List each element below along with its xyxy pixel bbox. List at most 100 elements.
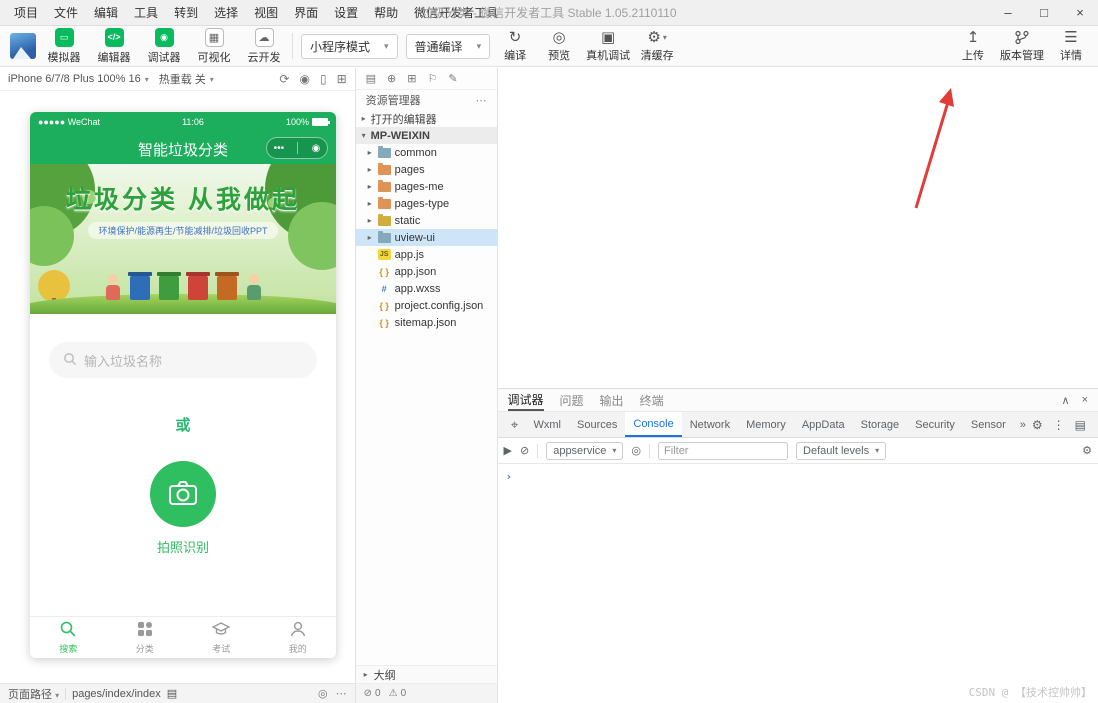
debugger-button[interactable]: ◉ 调试器 (144, 27, 184, 65)
devtools-tab-wxml[interactable]: Wxml (526, 412, 570, 437)
inspect-element-icon[interactable]: ⌖ (504, 417, 526, 433)
tab-category[interactable]: 分类 (107, 617, 184, 658)
device-frame-icon[interactable]: ▯ (320, 72, 327, 86)
menu-view[interactable]: 视图 (246, 4, 286, 21)
simulator-button[interactable]: ▭ 模拟器 (44, 27, 84, 65)
edit-icon[interactable]: ✎ (448, 72, 457, 85)
tab-search[interactable]: 搜索 (30, 617, 107, 658)
cloud-dev-button[interactable]: ☁ 云开发 (244, 27, 284, 65)
compile-button[interactable]: ↻ 编译 (498, 29, 532, 63)
camera-button[interactable] (150, 461, 216, 527)
layout-icon[interactable]: ⊞ (337, 72, 347, 86)
menu-interface[interactable]: 界面 (286, 4, 326, 21)
visualization-button[interactable]: ▦ 可视化 (194, 27, 234, 65)
open-editors-section[interactable]: ▸ 打开的编辑器 (356, 110, 497, 127)
add-icon[interactable]: ⊕ (387, 72, 396, 85)
compile-mode-select[interactable]: 普通编译 ▾ (405, 33, 491, 59)
tree-item-pages-me[interactable]: ▸ pages-me (356, 178, 497, 195)
grid-icon[interactable]: ⊞ (407, 72, 416, 85)
menu-settings[interactable]: 设置 (326, 4, 366, 21)
devtools-tab-sensor[interactable]: Sensor (963, 412, 1014, 437)
hot-reload-toggle[interactable]: 热重载 关 ▾ (159, 71, 214, 87)
flag-icon[interactable]: ⚐ (427, 72, 437, 85)
search-placeholder: 输入垃圾名称 (84, 353, 163, 369)
real-device-debug-button[interactable]: ▣ 真机调试 (586, 29, 630, 63)
log-levels-select[interactable]: Default levels ▾ (796, 441, 887, 460)
tree-item-pages[interactable]: ▸ pages (356, 161, 497, 178)
toolbar-divider (292, 33, 293, 59)
device-select[interactable]: iPhone 6/7/8 Plus 100% 16 ▾ (8, 73, 149, 85)
rotate-icon[interactable]: ⟳ (279, 72, 289, 86)
devtools-tab-console[interactable]: Console (625, 412, 682, 437)
tab-terminal[interactable]: 终端 (640, 392, 664, 409)
tabs-overflow-icon[interactable]: » (1014, 419, 1032, 431)
console-output[interactable]: › CSDN @ 【技术控帅帅】 (498, 464, 1098, 703)
devtools-tab-storage[interactable]: Storage (853, 412, 908, 437)
outline-section[interactable]: ▸ 大纲 (355, 665, 497, 683)
pages-icon[interactable]: ▤ (366, 72, 376, 85)
tree-item-project-config-json[interactable]: { } project.config.json (356, 297, 497, 314)
tab-exam[interactable]: 考试 (183, 617, 260, 658)
tab-output[interactable]: 输出 (600, 392, 624, 409)
console-filter-input[interactable] (658, 441, 789, 460)
devtools-tab-sources[interactable]: Sources (569, 412, 625, 437)
close-icon[interactable]: × (1082, 394, 1088, 407)
console-settings-icon[interactable]: ⚙ (1082, 444, 1092, 457)
mode-select[interactable]: 小程序模式 ▾ (301, 33, 398, 59)
upload-button[interactable]: ↥ 上传 (956, 29, 990, 63)
tree-item-uview-ui[interactable]: ▸ uview-ui (355, 229, 497, 246)
eye-icon[interactable]: ◎ (318, 687, 328, 700)
copy-icon[interactable]: ▤ (167, 687, 177, 700)
home-icon[interactable]: ◉ (312, 143, 321, 154)
tab-mine[interactable]: 我的 (260, 617, 337, 658)
tree-item-app-js[interactable]: JS app.js (356, 246, 497, 263)
menu-tools[interactable]: 工具 (126, 4, 166, 21)
kebab-menu-icon[interactable]: ⋮ (1053, 418, 1065, 432)
tree-item-pages-type[interactable]: ▸ pages-type (356, 195, 497, 212)
more-icon[interactable]: ⋯ (336, 687, 347, 700)
search-input[interactable]: 输入垃圾名称 (49, 342, 317, 378)
menu-edit[interactable]: 编辑 (86, 4, 126, 21)
capsule-menu[interactable]: ••• ◉ (266, 137, 328, 159)
editor-empty-region[interactable] (497, 68, 1098, 388)
clear-cache-button[interactable]: ⚙ ▾ 清缓存 (640, 29, 674, 63)
tab-problems[interactable]: 问题 (560, 392, 584, 409)
more-icon[interactable]: ⋯ (476, 94, 487, 107)
tree-item-common[interactable]: ▸ common (356, 144, 497, 161)
menu-file[interactable]: 文件 (46, 4, 86, 21)
menu-select[interactable]: 选择 (206, 4, 246, 21)
menu-help[interactable]: 帮助 (366, 4, 406, 21)
screenshot-icon[interactable]: ◉ (299, 72, 309, 86)
devtools-tab-network[interactable]: Network (682, 412, 738, 437)
maximize-button[interactable]: □ (1026, 0, 1062, 25)
gear-icon[interactable]: ⚙ (1032, 418, 1043, 432)
preview-button[interactable]: ◎ 预览 (542, 29, 576, 63)
devtools-tab-memory[interactable]: Memory (738, 412, 794, 437)
tree-item-static[interactable]: ▸ static (356, 212, 497, 229)
banner-image[interactable]: 垃圾分类 从我做起 环境保护/能源再生/节能减排/垃圾回收PPT (30, 164, 336, 314)
devtools-tab-security[interactable]: Security (907, 412, 963, 437)
editor-button[interactable]: </> 编辑器 (94, 27, 134, 65)
details-button[interactable]: ☰ 详情 (1054, 29, 1088, 63)
tree-item-sitemap-json[interactable]: { } sitemap.json (356, 314, 497, 331)
problems-bar[interactable]: ⊘ 0 ⚠ 0 (355, 683, 497, 703)
minimize-button[interactable]: – (990, 0, 1026, 25)
version-management-button[interactable]: 版本管理 (1000, 29, 1044, 63)
menu-goto[interactable]: 转到 (166, 4, 206, 21)
tree-item-app-json[interactable]: { } app.json (356, 263, 497, 280)
execution-context-select[interactable]: appservice ▾ (546, 441, 624, 460)
menu-project[interactable]: 项目 (6, 4, 46, 21)
project-root-section[interactable]: ▾ MP-WEIXIN (355, 127, 497, 144)
eye-icon[interactable]: ◎ (631, 444, 641, 457)
close-button[interactable]: × (1062, 0, 1098, 25)
console-sidebar-icon[interactable]: ▶ (504, 444, 512, 457)
collapse-icon[interactable]: ∧ (1062, 394, 1070, 407)
project-avatar[interactable] (10, 33, 36, 59)
more-icon[interactable]: ••• (274, 143, 285, 154)
page-path-select[interactable]: 页面路径 ▾ (8, 686, 59, 702)
tab-debugger[interactable]: 调试器 (507, 389, 544, 411)
devtools-tab-appdata[interactable]: AppData (794, 412, 853, 437)
dock-icon[interactable]: ▤ (1075, 418, 1086, 432)
clear-console-icon[interactable]: ⊘ (520, 444, 529, 457)
tree-item-app-wxss[interactable]: # app.wxss (356, 280, 497, 297)
